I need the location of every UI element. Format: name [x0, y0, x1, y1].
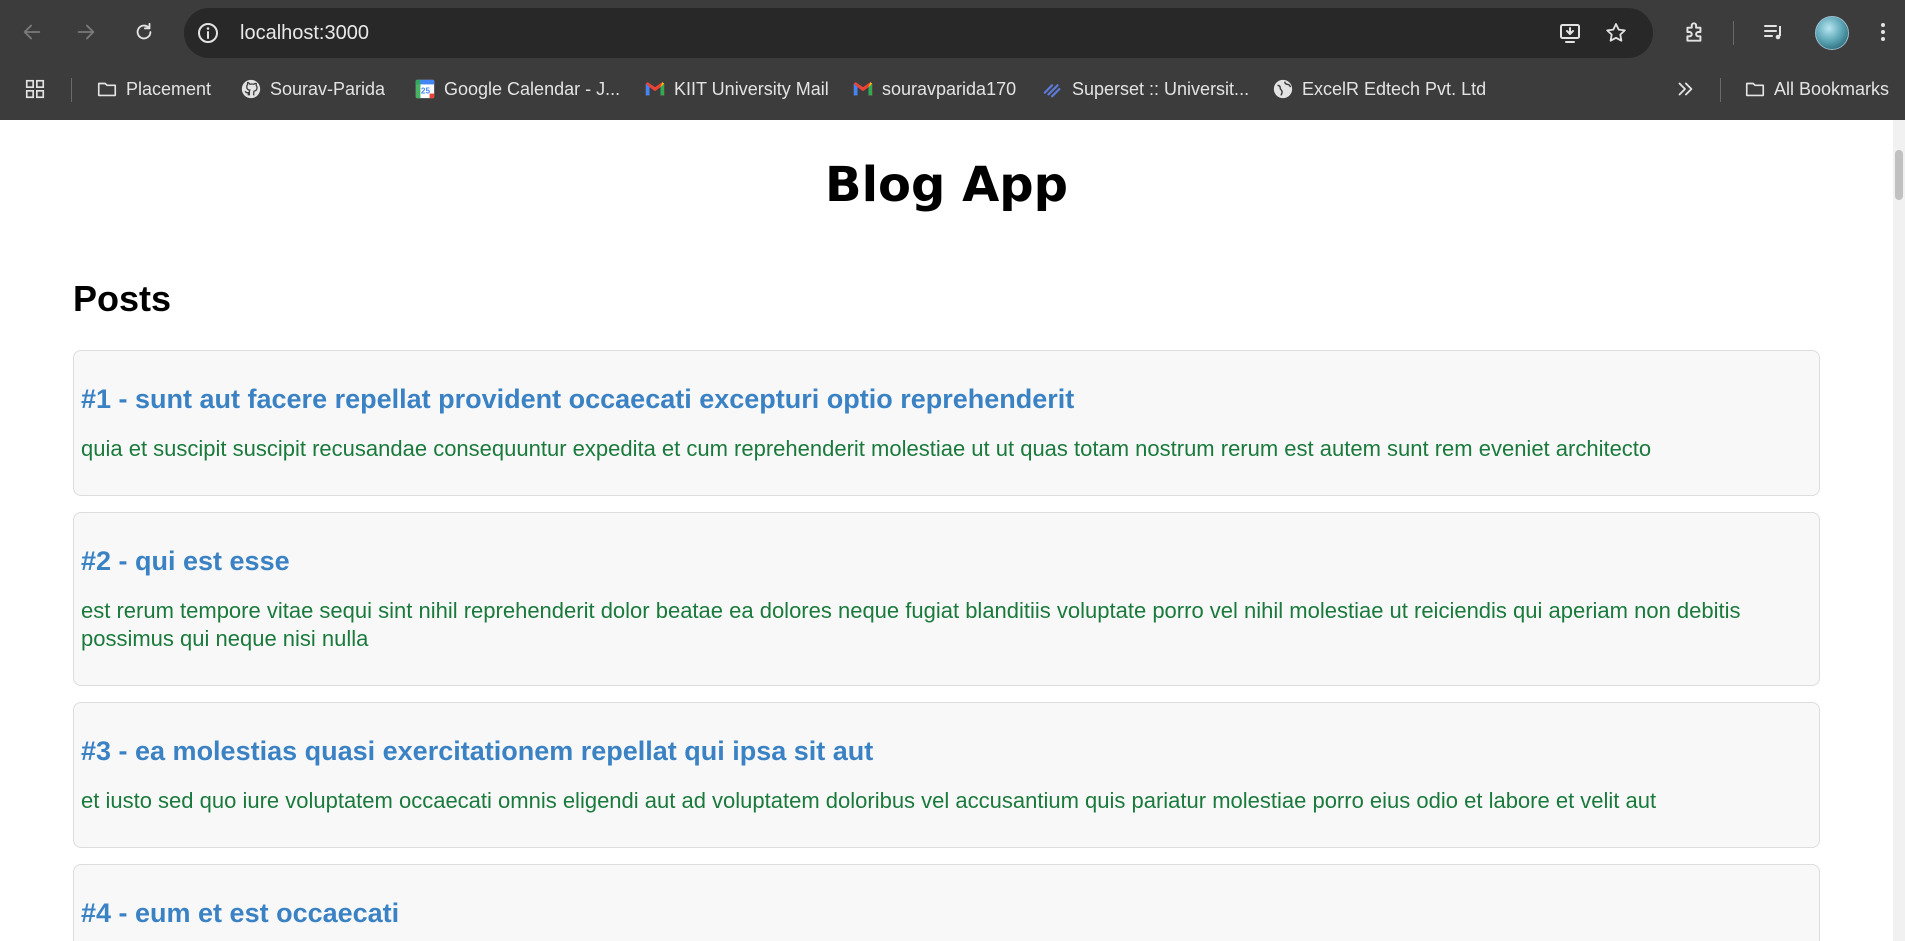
- app-title: Blog App: [825, 157, 1068, 213]
- scrollbar-thumb[interactable]: [1895, 150, 1903, 200]
- reload-button[interactable]: [126, 14, 162, 50]
- post-card: #3 - ea molestias quasi exercitationem r…: [73, 702, 1820, 848]
- install-icon: [1560, 24, 1580, 43]
- post-list: #1 - sunt aut facere repellat provident …: [73, 350, 1820, 941]
- bookmark-label: KIIT University Mail: [674, 78, 829, 99]
- gmail-icon: [645, 82, 665, 96]
- post-title: #1 - sunt aut facere repellat provident …: [81, 384, 1075, 414]
- browser-chrome: localhost:3000 Placement Sourav-Parida 2…: [0, 0, 1905, 120]
- puzzle-icon: [1686, 22, 1702, 42]
- all-bookmarks-button[interactable]: All Bookmarks: [1744, 76, 1889, 102]
- arrow-right-icon: [77, 24, 95, 40]
- double-chevron-right-icon: [1678, 82, 1693, 96]
- bookmark-label: Google Calendar - J...: [444, 78, 621, 99]
- address-bar[interactable]: localhost:3000: [184, 8, 1653, 58]
- site-info-icon[interactable]: [196, 21, 220, 45]
- url-text[interactable]: localhost:3000: [240, 21, 369, 45]
- superset-icon: [1043, 84, 1061, 98]
- post-card: #4 - eum et est occaecati: [73, 864, 1820, 941]
- post-card: #2 - qui est esse est rerum tempore vita…: [73, 512, 1820, 686]
- playlist-icon: [1764, 25, 1781, 40]
- bookmark-google-calendar[interactable]: 25 Google Calendar - J...: [414, 76, 620, 102]
- apps-button[interactable]: [24, 76, 46, 102]
- install-app-button[interactable]: [1556, 19, 1584, 47]
- apps-grid-icon: [25, 79, 45, 99]
- bookmark-label: ExcelR Edtech Pvt. Ltd: [1302, 78, 1487, 99]
- calendar-day-number: 25: [421, 87, 431, 96]
- bookmark-label: Placement: [126, 78, 212, 99]
- toolbar-divider: [1733, 21, 1734, 45]
- folder-icon: [97, 82, 117, 97]
- forward-button[interactable]: [68, 14, 104, 50]
- all-bookmarks-label: All Bookmarks: [1774, 78, 1890, 99]
- bookmark-superset[interactable]: Superset :: Universit...: [1042, 76, 1249, 102]
- bookmarks-divider: [1720, 78, 1721, 102]
- posts-heading: Posts: [73, 278, 172, 319]
- browser-toolbar: localhost:3000: [0, 0, 1905, 66]
- more-bookmarks-button[interactable]: [1674, 76, 1696, 102]
- browser-menu-button[interactable]: [1868, 17, 1898, 47]
- bookmark-excelr[interactable]: ExcelR Edtech Pvt. Ltd: [1272, 76, 1486, 102]
- back-button[interactable]: [14, 14, 50, 50]
- bookmark-souravparida170[interactable]: souravparida170: [852, 76, 1016, 102]
- post-title: #2 - qui est esse: [81, 546, 290, 576]
- post-body: quia et suscipit suscipit recusandae con…: [81, 436, 1652, 461]
- bookmark-kiit-mail[interactable]: KIIT University Mail: [644, 76, 829, 102]
- post-body: est rerum tempore vitae sequi sint nihil…: [81, 598, 1741, 651]
- arrow-left-icon: [23, 24, 41, 40]
- page-viewport: Blog App Posts #1 - sunt aut facere repe…: [0, 120, 1893, 941]
- bookmark-placement[interactable]: Placement: [96, 76, 211, 102]
- gmail-icon: [853, 82, 873, 96]
- bookmark-label: Sourav-Parida: [270, 78, 386, 99]
- extensions-button[interactable]: [1680, 17, 1710, 47]
- bookmark-label: souravparida170: [882, 78, 1017, 99]
- star-icon: [1606, 23, 1626, 42]
- github-icon: [241, 79, 261, 99]
- bookmark-github[interactable]: Sourav-Parida: [240, 76, 385, 102]
- page-scrollbar[interactable]: [1893, 120, 1905, 941]
- bookmarks-divider: [71, 78, 72, 102]
- post-body: et iusto sed quo iure voluptatem occaeca…: [81, 788, 1657, 813]
- globe-icon: [1273, 79, 1293, 99]
- folder-icon: [1745, 82, 1765, 97]
- reload-icon: [136, 22, 152, 40]
- bookmark-label: Superset :: Universit...: [1072, 78, 1250, 99]
- post-title: #3 - ea molestias quasi exercitationem r…: [81, 736, 874, 766]
- post-title: #4 - eum et est occaecati: [81, 898, 400, 928]
- profile-avatar[interactable]: [1815, 16, 1849, 50]
- bookmark-star-button[interactable]: [1602, 19, 1630, 47]
- media-control-button[interactable]: [1759, 17, 1789, 47]
- calendar-icon: 25: [415, 79, 435, 99]
- post-card: #1 - sunt aut facere repellat provident …: [73, 350, 1820, 496]
- bookmarks-bar: Placement Sourav-Parida 25 Google Calend…: [0, 68, 1905, 108]
- kebab-menu-icon: [1881, 23, 1885, 41]
